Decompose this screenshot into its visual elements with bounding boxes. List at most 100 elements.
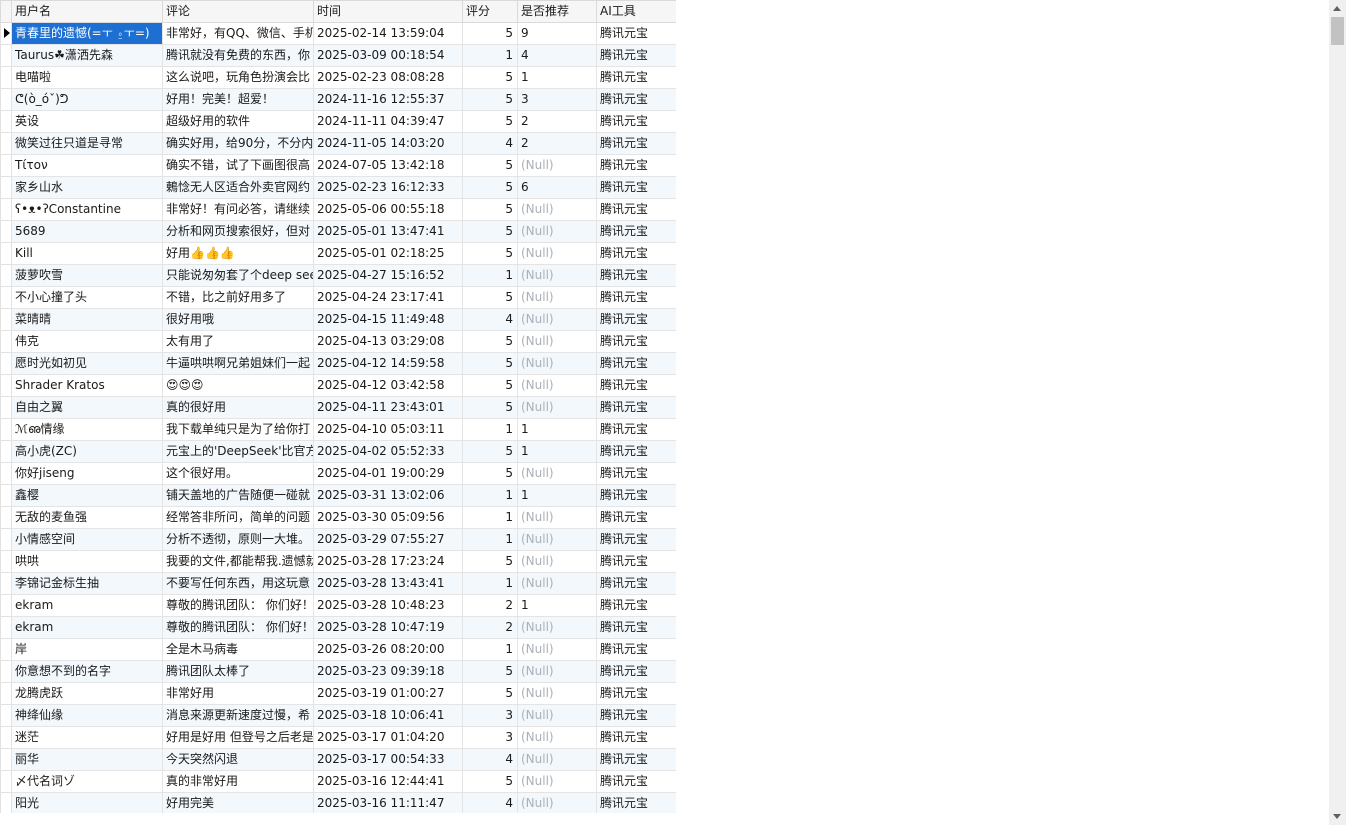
cell-username[interactable]: 愿时光如初见 [11,352,163,375]
cell-comment[interactable]: 牛逼哄哄啊兄弟姐妹们一起 [162,352,314,375]
row-indicator[interactable] [0,770,12,793]
cell-score[interactable]: 1 [462,572,518,595]
cell-ai-tool[interactable]: 腾讯元宝 [596,330,676,353]
cell-username[interactable]: 菠萝吹雪 [11,264,163,287]
row-indicator[interactable] [0,242,12,265]
cell-username[interactable]: 不小心撞了头 [11,286,163,309]
cell-recommend[interactable]: 2 [517,110,597,133]
cell-username[interactable]: 你好jiseng [11,462,163,485]
cell-username[interactable]: 阳光 [11,792,163,813]
cell-username[interactable]: 菜晴晴 [11,308,163,331]
cell-score[interactable]: 1 [462,44,518,67]
cell-score[interactable]: 1 [462,506,518,529]
table-row[interactable]: ᕦ(ò_óˇ)ᕤ 好用！完美！超爱！ 2024-11-16 12:55:37 5 3 腾讯… [0,88,676,111]
cell-ai-tool[interactable]: 腾讯元宝 [596,726,676,749]
column-header-comment[interactable]: 评论 [162,0,314,23]
cell-username[interactable]: ᕦ(ò_óˇ)ᕤ [11,88,163,111]
cell-username[interactable]: ʕ•ᴥ•ʔConstantine [11,198,163,221]
cell-username[interactable]: 英设 [11,110,163,133]
row-indicator[interactable] [0,176,12,199]
cell-ai-tool[interactable]: 腾讯元宝 [596,484,676,507]
cell-username[interactable]: Taurus☘潇洒先森 [11,44,163,67]
cell-comment[interactable]: 我要的文件,都能帮我.遗憾就 [162,550,314,573]
table-row[interactable]: 鑫樱 铺天盖地的广告随便一碰就 2025-03-31 13:02:06 1 1 腾讯元宝 [0,484,676,507]
table-row[interactable]: 电喵啦 这么说吧，玩角色扮演会比 2025-02-23 08:08:28 5 1 腾讯元宝 [0,66,676,89]
cell-time[interactable]: 2025-03-16 12:44:41 [313,770,463,793]
cell-username[interactable]: 李锦记金标生抽 [11,572,163,595]
cell-score[interactable]: 1 [462,638,518,661]
cell-username[interactable]: 丽华 [11,748,163,771]
cell-time[interactable]: 2025-04-13 03:29:08 [313,330,463,353]
cell-recommend[interactable]: 6 [517,176,597,199]
cell-comment[interactable]: 铺天盖地的广告随便一碰就 [162,484,314,507]
cell-recommend[interactable]: (Null) [517,286,597,309]
cell-recommend[interactable]: (Null) [517,198,597,221]
row-indicator[interactable] [0,506,12,529]
row-indicator[interactable] [0,22,12,45]
table-row[interactable]: 伟克 太有用了 2025-04-13 03:29:08 5 (Null) 腾讯元宝 [0,330,676,353]
vertical-scrollbar[interactable] [1329,0,1346,825]
cell-score[interactable]: 2 [462,616,518,639]
cell-comment[interactable]: 经常答非所问，简单的问题 [162,506,314,529]
cell-recommend[interactable]: (Null) [517,660,597,683]
row-indicator[interactable] [0,638,12,661]
cell-username[interactable]: 伟克 [11,330,163,353]
cell-recommend[interactable]: (Null) [517,506,597,529]
cell-comment[interactable]: 😍😍😍 [162,374,314,397]
row-indicator[interactable] [0,572,12,595]
cell-score[interactable]: 3 [462,704,518,727]
cell-comment[interactable]: 好用！完美！超爱！ [162,88,314,111]
cell-score[interactable]: 4 [462,308,518,331]
cell-recommend[interactable]: (Null) [517,396,597,419]
row-indicator[interactable] [0,462,12,485]
cell-ai-tool[interactable]: 腾讯元宝 [596,66,676,89]
cell-time[interactable]: 2025-04-24 23:17:41 [313,286,463,309]
cell-comment[interactable]: 很好用哦 [162,308,314,331]
column-header-recommend[interactable]: 是否推荐 [517,0,597,23]
cell-score[interactable]: 5 [462,154,518,177]
cell-time[interactable]: 2024-11-16 12:55:37 [313,88,463,111]
cell-comment[interactable]: 好用是好用 但登号之后老是 [162,726,314,749]
row-indicator[interactable] [0,528,12,551]
cell-time[interactable]: 2025-03-09 00:18:54 [313,44,463,67]
table-row[interactable]: 高小虎(ZC) 元宝上的'DeepSeek'比官方 2025-04-02 05:52… [0,440,676,463]
column-header-score[interactable]: 评分 [462,0,518,23]
cell-recommend[interactable]: (Null) [517,792,597,813]
cell-comment[interactable]: 不要写任何东西，用这玩意 [162,572,314,595]
table-row[interactable]: Kill 好用👍👍👍 2025-05-01 02:18:25 5 (Null) 腾讯元宝 [0,242,676,265]
cell-time[interactable]: 2025-03-16 11:11:47 [313,792,463,813]
cell-comment[interactable]: 这个很好用。 [162,462,314,485]
scrollbar-thumb[interactable] [1331,17,1344,45]
table-row[interactable]: 迷茫 好用是好用 但登号之后老是 2025-03-17 01:04:20 3 (Null… [0,726,676,749]
cell-username[interactable]: 鑫樱 [11,484,163,507]
table-row[interactable]: 愿时光如初见 牛逼哄哄啊兄弟姐妹们一起 2025-04-12 14:59:58 5 (N… [0,352,676,375]
table-row[interactable]: 家乡山水 鶇惗无人区适合外卖官网约 2025-02-23 16:12:33 5 6 腾讯元… [0,176,676,199]
cell-time[interactable]: 2025-03-28 10:47:19 [313,616,463,639]
cell-username[interactable]: Shrader Kratos [11,374,163,397]
cell-score[interactable]: 5 [462,66,518,89]
cell-ai-tool[interactable]: 腾讯元宝 [596,572,676,595]
cell-time[interactable]: 2025-05-01 13:47:41 [313,220,463,243]
cell-comment[interactable]: 真的非常好用 [162,770,314,793]
cell-ai-tool[interactable]: 腾讯元宝 [596,682,676,705]
cell-username[interactable]: 小情感空间 [11,528,163,551]
cell-score[interactable]: 4 [462,132,518,155]
cell-comment[interactable]: 非常好，有QQ、微信、手机 [162,22,314,45]
cell-score[interactable]: 5 [462,440,518,463]
cell-time[interactable]: 2024-07-05 13:42:18 [313,154,463,177]
cell-score[interactable]: 3 [462,726,518,749]
cell-recommend[interactable]: (Null) [517,220,597,243]
cell-time[interactable]: 2025-03-28 10:48:23 [313,594,463,617]
cell-time[interactable]: 2025-03-29 07:55:27 [313,528,463,551]
cell-ai-tool[interactable]: 腾讯元宝 [596,704,676,727]
cell-username[interactable]: ekram [11,594,163,617]
cell-recommend[interactable]: (Null) [517,638,597,661]
cell-username[interactable]: 自由之翼 [11,396,163,419]
row-indicator[interactable] [0,484,12,507]
cell-recommend[interactable]: 1 [517,484,597,507]
row-indicator[interactable] [0,440,12,463]
cell-username[interactable]: 电喵啦 [11,66,163,89]
cell-username[interactable]: 你意想不到的名字 [11,660,163,683]
table-row[interactable]: 〆代名词ゾ 真的非常好用 2025-03-16 12:44:41 5 (Null) 腾讯元… [0,770,676,793]
row-indicator[interactable] [0,88,12,111]
